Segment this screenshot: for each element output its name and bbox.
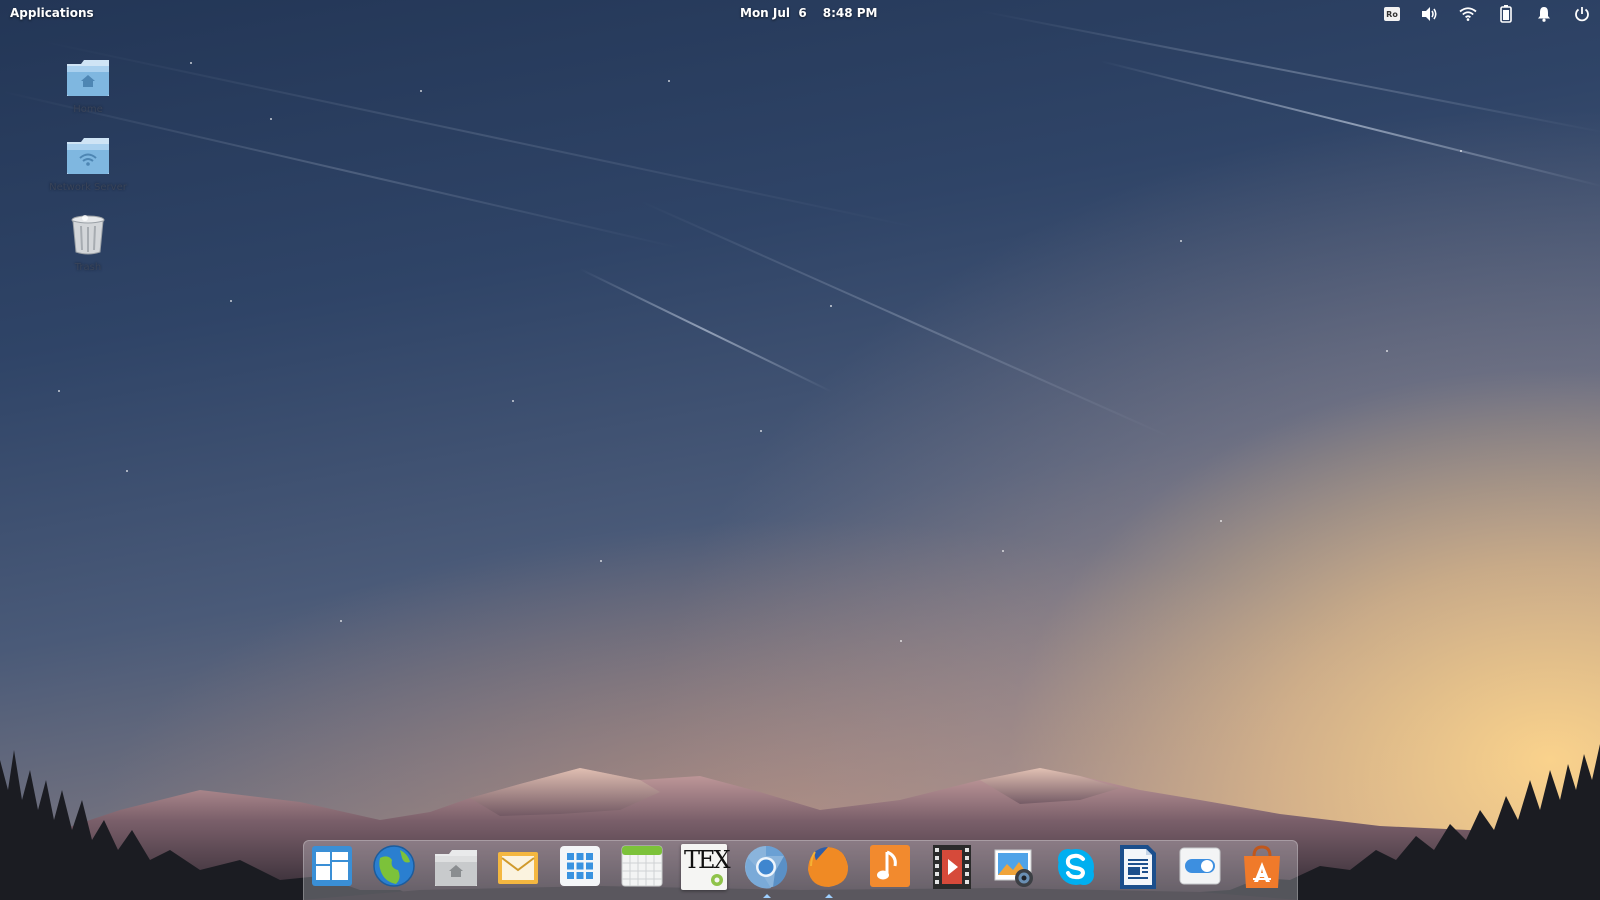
dock-item-system-settings[interactable] xyxy=(1176,844,1224,894)
dock-item-files[interactable] xyxy=(432,844,480,894)
volume-icon xyxy=(1422,7,1437,21)
star xyxy=(270,118,272,120)
calendar-icon xyxy=(621,845,663,887)
dock-item-web-browser[interactable] xyxy=(370,844,418,894)
dock-item-videos[interactable] xyxy=(928,844,976,894)
star xyxy=(420,90,422,92)
wifi-icon xyxy=(1459,7,1477,21)
dock-item-chromium[interactable] xyxy=(742,844,790,898)
dock-item-calendar[interactable] xyxy=(618,844,666,894)
network-folder-icon xyxy=(67,138,109,174)
home-folder-icon xyxy=(67,60,109,96)
star xyxy=(1386,350,1388,352)
dock-item-firefox[interactable] xyxy=(804,844,852,898)
star xyxy=(126,470,128,472)
star xyxy=(58,390,60,392)
notification-bell-icon xyxy=(1538,7,1550,22)
gear-icon xyxy=(711,874,723,886)
sky-streak xyxy=(579,268,833,393)
dock-item-app-grid[interactable] xyxy=(556,844,604,894)
firefox-icon xyxy=(808,847,849,887)
trash-icon xyxy=(71,215,105,255)
clock-time: 8:48 PM xyxy=(822,6,878,20)
session-indicator[interactable] xyxy=(1572,4,1592,24)
music-note-icon xyxy=(870,845,910,887)
desktop-icon-home[interactable]: Home xyxy=(43,58,133,115)
star xyxy=(230,300,232,302)
top-panel: Applications Mon Jul 6 8:48 PM Ro xyxy=(0,0,1600,28)
chromium-icon xyxy=(745,845,788,889)
clock[interactable]: Mon Jul 6 8:48 PM xyxy=(740,6,878,20)
dock-item-multitasking-view[interactable] xyxy=(308,844,356,894)
desktop[interactable]: Applications Mon Jul 6 8:48 PM Ro Home N… xyxy=(0,0,1600,900)
running-indicator xyxy=(825,894,833,898)
envelope-icon xyxy=(498,852,538,884)
desktop-icon-trash[interactable]: Trash xyxy=(43,212,133,273)
globe-icon xyxy=(373,845,415,887)
star xyxy=(830,305,832,307)
tex-icon: TEX xyxy=(681,844,731,890)
dock-item-mail[interactable] xyxy=(494,844,542,894)
dock-item-writer[interactable] xyxy=(1114,844,1162,894)
sky-streak xyxy=(1099,60,1600,188)
applications-menu-button[interactable]: Applications xyxy=(10,6,94,20)
clock-date: Mon Jul 6 xyxy=(740,6,807,20)
star xyxy=(1460,150,1462,152)
dock-item-app-center[interactable] xyxy=(1238,844,1286,894)
star xyxy=(1220,520,1222,522)
dock-items: TEX xyxy=(308,844,1286,898)
desktop-icon-label: Trash xyxy=(74,262,102,273)
dock-item-skype[interactable] xyxy=(1052,844,1100,894)
star xyxy=(900,640,902,642)
dock-item-tex-editor[interactable]: TEX xyxy=(680,844,731,894)
star xyxy=(1180,240,1182,242)
desktop-icon-label: Network Server xyxy=(49,182,127,193)
network-indicator[interactable] xyxy=(1458,4,1478,24)
desktop-icon-network[interactable]: Network Server xyxy=(43,136,133,193)
notifications-indicator[interactable] xyxy=(1534,4,1554,24)
star xyxy=(600,560,602,562)
sky-streak xyxy=(979,10,1600,135)
star xyxy=(340,620,342,622)
star xyxy=(1002,550,1004,552)
keyboard-layout-icon: Ro xyxy=(1384,7,1400,21)
document-icon xyxy=(1120,845,1156,889)
volume-indicator[interactable] xyxy=(1420,4,1440,24)
star xyxy=(190,62,192,64)
power-status-indicator[interactable] xyxy=(1496,4,1516,24)
dock-item-music[interactable] xyxy=(866,844,914,894)
star xyxy=(668,80,670,82)
power-icon xyxy=(1575,7,1589,22)
shopping-bag-icon xyxy=(1244,845,1280,888)
desktop-icon-label: Home xyxy=(73,104,103,115)
indicator-area: Ro xyxy=(1382,4,1592,24)
video-film-icon xyxy=(933,845,971,889)
star xyxy=(760,430,762,432)
app-grid-icon xyxy=(560,846,600,886)
home-folder-icon xyxy=(435,850,477,886)
photo-camera-icon xyxy=(994,849,1033,887)
toggle-switch-icon xyxy=(1179,847,1221,885)
battery-icon xyxy=(1500,5,1512,23)
skype-icon xyxy=(1058,849,1094,885)
tex-icon-label: TEX xyxy=(684,846,731,874)
star xyxy=(512,400,514,402)
keyboard-layout-indicator[interactable]: Ro xyxy=(1382,4,1402,24)
multitasking-view-icon xyxy=(312,846,352,886)
running-indicator xyxy=(763,894,771,898)
sky-streak xyxy=(639,200,1171,438)
dock-item-photos[interactable] xyxy=(990,844,1038,894)
